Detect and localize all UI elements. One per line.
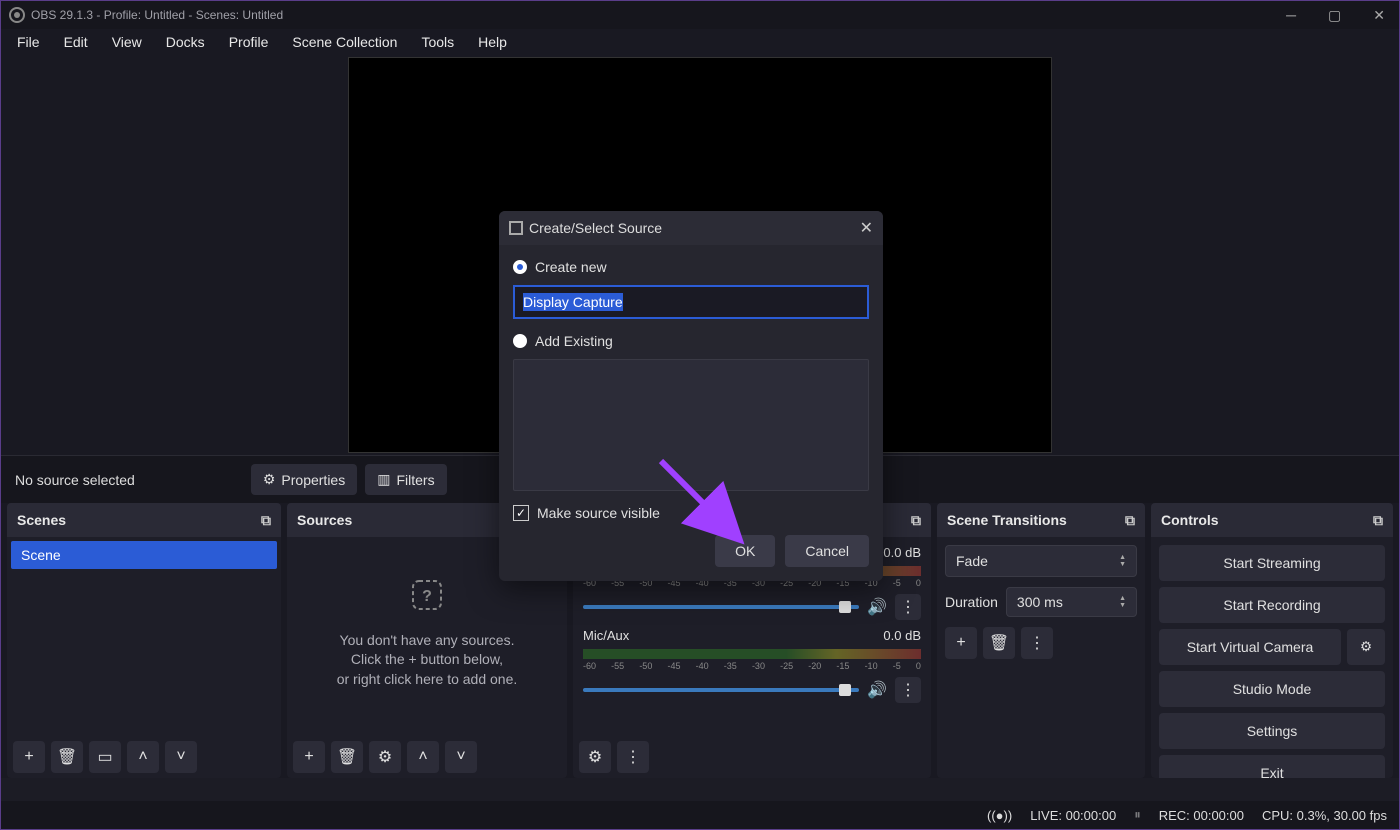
channel-menu-button[interactable]: ⋮ [895, 594, 921, 620]
scene-item[interactable]: Scene [11, 541, 277, 569]
scenes-panel: Scenes ⧉ Scene + 🗑 ▭ ˄ ˅ [7, 503, 281, 778]
menu-tools[interactable]: Tools [411, 31, 464, 53]
delete-scene-button[interactable]: 🗑 [51, 741, 83, 773]
empty-sources-icon: ? [409, 577, 445, 613]
transitions-panel: Scene Transitions ⧉ Fade ▲▼ Duration 300… [937, 503, 1145, 778]
transitions-title: Scene Transitions [947, 512, 1067, 528]
dialog-title: Create/Select Source [529, 220, 662, 236]
menu-scene-collection[interactable]: Scene Collection [282, 31, 407, 53]
menu-view[interactable]: View [102, 31, 152, 53]
duration-input[interactable]: 300 ms ▲▼ [1006, 587, 1137, 617]
mixer-settings-button[interactable]: ⚙ [579, 741, 611, 773]
broadcast-icon: ((●)) [987, 808, 1012, 823]
gear-icon: ⚙ [263, 471, 276, 488]
speaker-icon[interactable]: 🔊 [867, 680, 887, 700]
no-source-label: No source selected [15, 472, 135, 488]
ok-button[interactable]: OK [715, 535, 775, 567]
create-source-dialog: Create/Select Source ✕ Create new Displa… [499, 211, 883, 581]
window-title: OBS 29.1.3 - Profile: Untitled - Scenes:… [31, 8, 283, 22]
speaker-icon[interactable]: 🔊 [867, 597, 887, 617]
obs-logo-icon [9, 7, 25, 23]
add-transition-button[interactable]: + [945, 627, 977, 659]
menu-file[interactable]: File [7, 31, 50, 53]
menu-docks[interactable]: Docks [156, 31, 215, 53]
statusbar: ((●)) LIVE: 00:00:00 ⏸ REC: 00:00:00 CPU… [1, 801, 1399, 829]
mixer-channel-mic: Mic/Aux 0.0 dB -60-55-50-45-40-35-30-25-… [577, 624, 927, 707]
source-properties-button[interactable]: ⚙ [369, 741, 401, 773]
popout-icon[interactable]: ⧉ [1373, 512, 1383, 529]
exit-button[interactable]: Exit [1159, 755, 1385, 778]
transition-menu-button[interactable]: ⋮ [1021, 627, 1053, 659]
add-source-button[interactable]: + [293, 741, 325, 773]
virtual-camera-settings-button[interactable]: ⚙ [1347, 629, 1385, 665]
studio-mode-button[interactable]: Studio Mode [1159, 671, 1385, 707]
create-new-radio[interactable]: Create new [513, 259, 869, 275]
start-streaming-button[interactable]: Start Streaming [1159, 545, 1385, 581]
filters-icon: ▥ [377, 471, 390, 488]
checkbox-checked-icon: ✓ [513, 505, 529, 521]
channel-menu-button[interactable]: ⋮ [895, 677, 921, 703]
controls-panel: Controls ⧉ Start Streaming Start Recordi… [1151, 503, 1393, 778]
delete-source-button[interactable]: 🗑 [331, 741, 363, 773]
menu-profile[interactable]: Profile [219, 31, 279, 53]
scenes-title: Scenes [17, 512, 66, 528]
volume-slider[interactable] [583, 688, 859, 692]
sources-title: Sources [297, 512, 352, 528]
duration-label: Duration [945, 594, 998, 610]
settings-button[interactable]: Settings [1159, 713, 1385, 749]
mixer-menu-button[interactable]: ⋮ [617, 741, 649, 773]
dialog-close-button[interactable]: ✕ [860, 218, 873, 238]
start-virtual-camera-button[interactable]: Start Virtual Camera [1159, 629, 1341, 665]
maximize-button[interactable]: ▢ [1322, 7, 1347, 24]
existing-sources-list[interactable] [513, 359, 869, 491]
source-up-button[interactable]: ˄ [407, 741, 439, 773]
live-status: LIVE: 00:00:00 [1030, 808, 1116, 823]
obs-logo-icon [509, 221, 523, 235]
spinner-icon: ▲▼ [1119, 595, 1126, 609]
menu-edit[interactable]: Edit [54, 31, 98, 53]
audio-meter [583, 649, 921, 659]
titlebar: OBS 29.1.3 - Profile: Untitled - Scenes:… [1, 1, 1399, 29]
chevron-updown-icon: ▲▼ [1119, 554, 1126, 568]
source-down-button[interactable]: ˅ [445, 741, 477, 773]
source-name-input[interactable]: Display Capture [513, 285, 869, 319]
menubar: File Edit View Docks Profile Scene Colle… [1, 29, 1399, 55]
close-button[interactable]: ✕ [1367, 7, 1391, 24]
scene-down-button[interactable]: ˅ [165, 741, 197, 773]
start-recording-button[interactable]: Start Recording [1159, 587, 1385, 623]
properties-button[interactable]: ⚙ Properties [251, 464, 357, 495]
radio-unselected-icon [513, 334, 527, 348]
minimize-button[interactable]: ─ [1280, 7, 1302, 24]
popout-icon[interactable]: ⧉ [1125, 512, 1135, 529]
pause-icon: ⏸ [1134, 807, 1141, 823]
rec-status: REC: 00:00:00 [1159, 808, 1244, 823]
controls-title: Controls [1161, 512, 1219, 528]
svg-text:?: ? [422, 588, 432, 605]
radio-selected-icon [513, 260, 527, 274]
add-scene-button[interactable]: + [13, 741, 45, 773]
add-existing-radio[interactable]: Add Existing [513, 333, 869, 349]
popout-icon[interactable]: ⧉ [911, 512, 921, 529]
make-visible-checkbox[interactable]: ✓ Make source visible [513, 505, 869, 521]
volume-slider[interactable] [583, 605, 859, 609]
delete-transition-button[interactable]: 🗑 [983, 627, 1015, 659]
cancel-button[interactable]: Cancel [785, 535, 869, 567]
cpu-status: CPU: 0.3%, 30.00 fps [1262, 808, 1387, 823]
scene-up-button[interactable]: ˄ [127, 741, 159, 773]
popout-icon[interactable]: ⧉ [261, 512, 271, 529]
menu-help[interactable]: Help [468, 31, 517, 53]
filters-button[interactable]: ▥ Filters [365, 464, 446, 495]
scene-filter-button[interactable]: ▭ [89, 741, 121, 773]
meter-ticks: -60-55-50-45-40-35-30-25-20-15-10-50 [583, 661, 921, 671]
transition-select[interactable]: Fade ▲▼ [945, 545, 1137, 577]
